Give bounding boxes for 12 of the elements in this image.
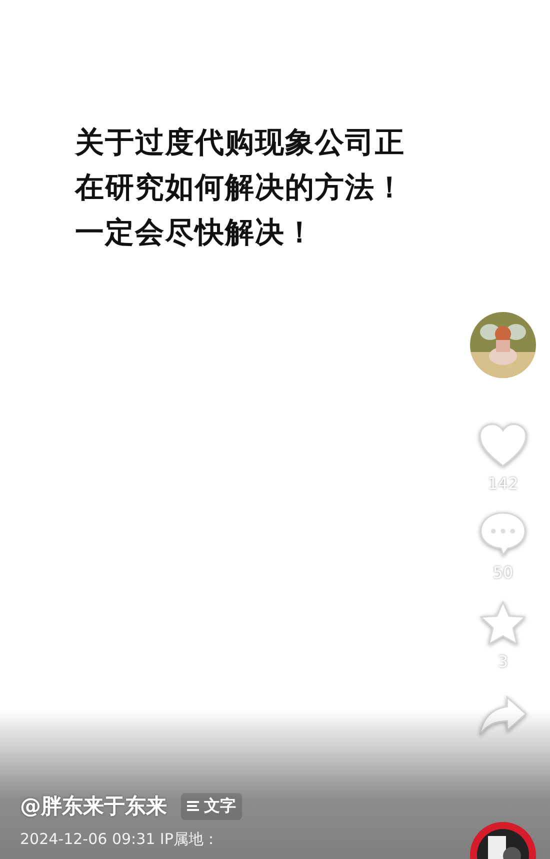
post-text: 关于过度代购现象公司正 (75, 124, 406, 161)
post-meta: 2024-12-06 09:31 IP属地： (20, 830, 218, 849)
comment-icon[interactable] (478, 511, 528, 557)
heart-icon[interactable] (478, 422, 528, 468)
post-text: 在研究如何解决的方法！ (75, 169, 406, 206)
author-name[interactable]: @胖东来于东来 (20, 792, 167, 820)
lines-icon (187, 800, 199, 812)
post-text: 一定会尽快解决！ (75, 214, 316, 251)
text-tag[interactable]: 文字 (181, 792, 242, 820)
action-count: 3 (498, 652, 508, 671)
star-icon[interactable] (478, 600, 528, 646)
action-count: 142 (488, 474, 518, 493)
